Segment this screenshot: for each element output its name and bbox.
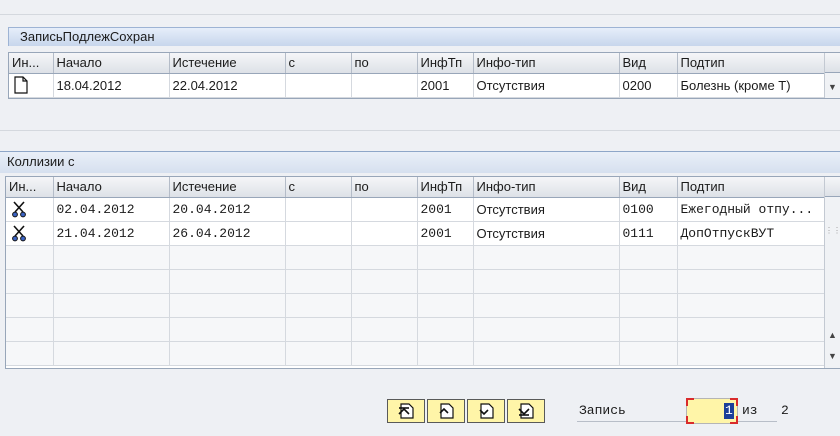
collisions-grid: Ин... Начало Истечение с по ИнфТп Инфо-т… [5,176,840,369]
first-page-button[interactable] [387,399,425,423]
col-infotype-header[interactable]: Инфо-тип [473,53,620,74]
col-vid-header[interactable]: Вид [619,177,678,198]
inftp-cell[interactable]: 2001 [417,73,474,98]
top-divider [0,14,840,15]
col-vid-header[interactable]: Вид [619,53,678,74]
scroll-down-icon[interactable]: ▼ [825,79,840,95]
next-page-icon [479,403,494,419]
scroll-down-icon[interactable]: ▼ [825,348,840,364]
vid-cell[interactable]: 0200 [619,73,678,98]
empty-row [6,317,826,342]
end-cell[interactable]: 20.04.2012 [169,197,286,222]
scroll-thumb-grip-icon[interactable]: ⋮⋮ [825,223,840,239]
infotype-cell[interactable]: Отсутствия [473,73,620,98]
col-start-header[interactable]: Начало [53,53,170,74]
last-page-button[interactable] [507,399,545,423]
subtype-cell[interactable]: Ежегодный отпу... [677,197,826,222]
last-page-icon [518,403,534,419]
empty-row [6,245,826,270]
scissors-icon [12,225,26,242]
to-cell[interactable] [351,73,418,98]
from-cell[interactable] [285,73,352,98]
first-page-icon [398,403,414,419]
col-from-header[interactable]: с [285,53,352,74]
row-icon-cell[interactable] [6,221,54,246]
col-start-header[interactable]: Начало [53,177,170,198]
scroll-up-icon[interactable]: ▲ [825,327,840,343]
col-icon-header[interactable]: Ин... [6,177,54,198]
col-subtype-header[interactable]: Подтип [677,177,826,198]
subtype-cell[interactable]: Болезнь (кроме Т) [677,73,826,98]
grid-settings-grip[interactable] [825,177,840,197]
table-row[interactable]: 18.04.2012 22.04.2012 2001 Отсутствия 02… [9,73,826,98]
col-to-header[interactable]: по [351,177,418,198]
focus-corner [686,398,694,406]
scissors-icon [12,201,26,218]
row-icon-cell[interactable] [6,197,54,222]
mid-divider [0,130,840,131]
end-cell[interactable]: 22.04.2012 [169,73,286,98]
col-icon-header[interactable]: Ин... [9,53,54,74]
start-cell[interactable]: 21.04.2012 [53,221,170,246]
to-cell[interactable] [351,221,418,246]
record-group-title: ЗаписьПодлежСохран [8,27,840,46]
navigation-toolbar [387,399,547,423]
record-number-value[interactable]: 1 [724,403,734,419]
col-inftp-header[interactable]: ИнфТп [417,53,474,74]
start-cell[interactable]: 18.04.2012 [53,73,170,98]
of-label: из [742,403,758,418]
grid-settings-grip[interactable] [825,53,840,73]
col-from-header[interactable]: с [285,177,352,198]
vid-cell[interactable]: 0111 [619,221,678,246]
to-cell[interactable] [351,197,418,222]
collisions-title: Коллизии с [0,151,840,173]
col-end-header[interactable]: Истечение [169,53,286,74]
empty-row [6,293,826,318]
table-row[interactable]: 21.04.2012 26.04.2012 2001 Отсутствия 01… [6,221,826,246]
infotype-cell[interactable]: Отсутствия [473,221,620,246]
focus-corner [686,416,694,424]
col-to-header[interactable]: по [351,53,418,74]
table-row[interactable]: 02.04.2012 20.04.2012 2001 Отсутствия 01… [6,197,826,222]
record-total: 2 [781,403,789,418]
empty-row [6,269,826,294]
from-cell[interactable] [285,221,352,246]
record-grid-scrollbar[interactable]: ▼ [824,53,840,98]
col-subtype-header[interactable]: Подтип [677,53,826,74]
record-grid: Ин... Начало Истечение с по ИнфТп Инфо-т… [8,52,840,99]
document-icon [14,76,28,94]
from-cell[interactable] [285,197,352,222]
inftp-cell[interactable]: 2001 [417,197,474,222]
col-end-header[interactable]: Истечение [169,177,286,198]
record-label: Запись [579,403,626,418]
record-underline [577,421,777,422]
infotype-cell[interactable]: Отсутствия [473,197,620,222]
empty-row [6,341,826,366]
end-cell[interactable]: 26.04.2012 [169,221,286,246]
inftp-cell[interactable]: 2001 [417,221,474,246]
subtype-cell[interactable]: ДопОтпускВУТ [677,221,826,246]
vid-cell[interactable]: 0100 [619,197,678,222]
previous-page-button[interactable] [427,399,465,423]
start-cell[interactable]: 02.04.2012 [53,197,170,222]
previous-page-icon [439,403,454,419]
col-infotype-header[interactable]: Инфо-тип [473,177,620,198]
next-page-button[interactable] [467,399,505,423]
collisions-grid-scrollbar[interactable]: ⋮⋮ ▲ ▼ [824,177,840,368]
col-inftp-header[interactable]: ИнфТп [417,177,474,198]
record-number-input[interactable]: 1 [686,398,738,424]
row-icon-cell[interactable] [9,73,54,98]
